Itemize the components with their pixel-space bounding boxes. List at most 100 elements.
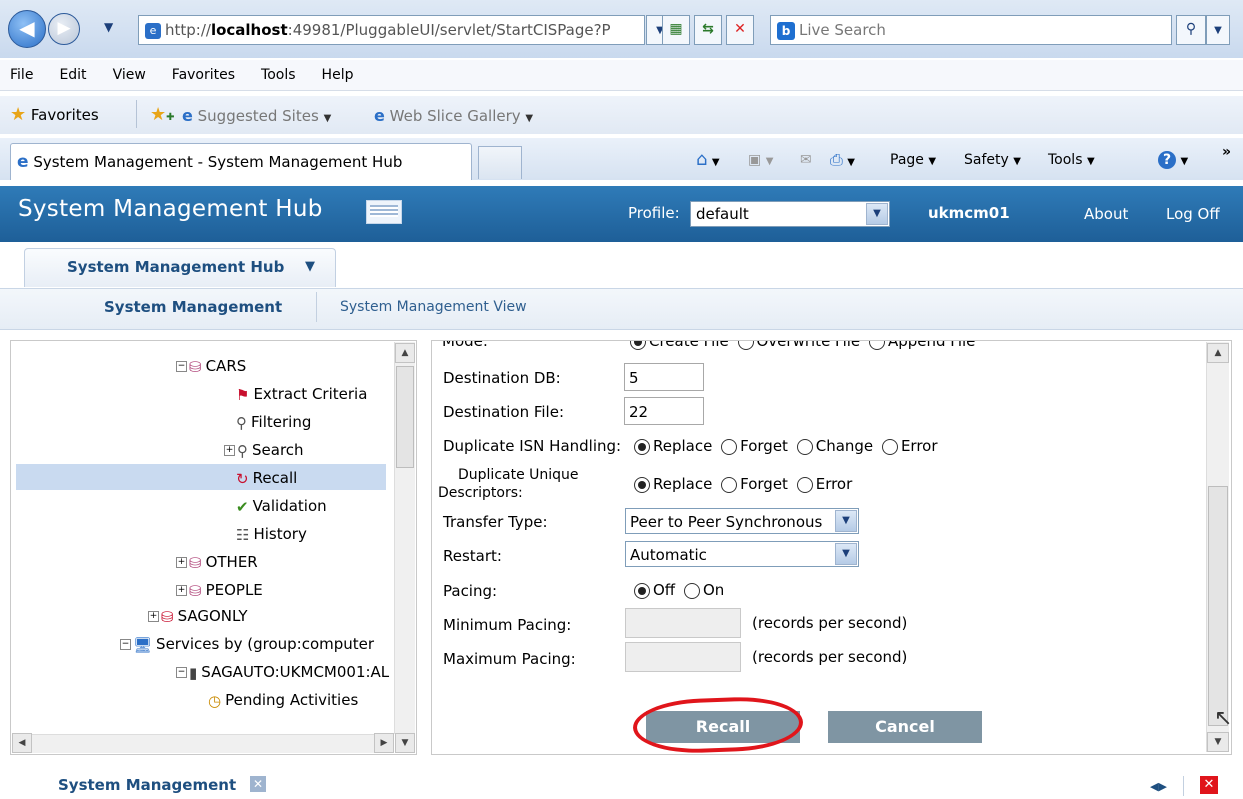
tree-scroll-thumb[interactable] [396, 366, 414, 468]
expand-icon[interactable]: + [176, 557, 187, 568]
tree-horizontal-scrollbar[interactable] [12, 734, 394, 753]
dup-isn-error-radio[interactable] [881, 438, 898, 455]
expand-icon[interactable]: + [148, 611, 159, 622]
tree-item-extract-criteria[interactable]: ⚑ Extract Criteria [236, 384, 367, 405]
form-scroll-thumb[interactable] [1208, 486, 1228, 726]
scroll-down-arrow-icon[interactable]: ▼ [1207, 732, 1229, 752]
search-options-button[interactable]: ▼ [1206, 15, 1230, 45]
favorites-button[interactable]: ★ Favorites [10, 104, 99, 125]
tree-item-search[interactable]: + ⚲ Search [224, 440, 304, 461]
dup-unique-error-radio[interactable] [796, 476, 813, 493]
minimum-pacing-input[interactable] [625, 608, 741, 638]
scroll-down-arrow-icon[interactable]: ▼ [395, 733, 415, 753]
dup-unique-replace-radio[interactable] [634, 476, 650, 493]
add-favorite-icon[interactable]: ★✚ [150, 104, 175, 125]
destination-db-input[interactable]: 5 [624, 363, 704, 391]
grid-icon [370, 205, 398, 217]
search-input[interactable]: b Live Search [770, 15, 1172, 45]
page-menu[interactable]: Page ▼ [890, 150, 936, 172]
print-button[interactable]: ⎙ ▼ [830, 150, 855, 173]
menu-view[interactable]: View [99, 60, 158, 90]
tree-item-sagonly[interactable]: + ⛁ SAGONLY [148, 606, 248, 627]
suggested-sites-link[interactable]: e Suggested Sites ▼ [182, 106, 331, 125]
pacing-on-radio[interactable] [683, 582, 700, 599]
cancel-button[interactable]: Cancel [828, 711, 982, 743]
tree-item-sagauto[interactable]: − ▮ SAGAUTO:UKMCM001:AL [176, 662, 389, 683]
menu-edit[interactable]: Edit [45, 60, 98, 90]
layout-toggle-button[interactable] [366, 200, 402, 224]
profile-value: default [696, 205, 749, 223]
chevron-down-icon: ▼ [1086, 156, 1095, 167]
logoff-link[interactable]: Log Off [1166, 205, 1220, 223]
tree-item-cars[interactable]: − ⛁ CARS [176, 356, 246, 377]
back-button[interactable]: ◀ [8, 10, 46, 48]
menu-help[interactable]: Help [308, 60, 366, 90]
stop-button[interactable]: ✕ [726, 15, 754, 45]
safety-menu[interactable]: Safety ▼ [964, 150, 1021, 172]
menu-tools[interactable]: Tools [247, 60, 308, 90]
expand-icon[interactable]: + [224, 445, 235, 456]
tree-item-people[interactable]: + ⛁ PEOPLE [176, 580, 263, 601]
feeds-button[interactable]: ▣ ▼ [748, 150, 773, 172]
close-icon[interactable]: ✕ [1200, 776, 1218, 794]
compatibility-view-button[interactable]: ▦ [662, 15, 690, 45]
transfer-type-select[interactable]: Peer to Peer Synchronous ▼ [625, 508, 859, 534]
url-input[interactable]: e http://localhost:49981/PluggableUI/serv… [138, 15, 645, 45]
dup-isn-change-radio[interactable] [796, 438, 813, 455]
scroll-up-arrow-icon[interactable]: ▲ [395, 343, 415, 363]
tree-item-recall[interactable]: ↻ Recall [236, 468, 297, 489]
dup-unique-forget-radio[interactable] [721, 476, 738, 493]
subnav-system-management[interactable]: System Management [104, 298, 282, 316]
forward-button[interactable]: ▶ [48, 13, 80, 45]
scroll-up-arrow-icon[interactable]: ▲ [1207, 343, 1229, 363]
profile-select[interactable]: default ▼ [690, 201, 890, 227]
mail-button[interactable]: ✉ [800, 150, 812, 170]
web-slice-gallery-link[interactable]: e Web Slice Gallery ▼ [374, 106, 533, 125]
collapse-icon[interactable]: − [176, 361, 187, 372]
dup-isn-forget-radio[interactable] [721, 438, 738, 455]
scroll-left-arrow-icon[interactable]: ◀ [12, 733, 32, 753]
tree-item-services[interactable]: − 🖥 Services by (group:computer [120, 634, 374, 655]
printer-icon: ⎙ [830, 150, 843, 169]
expand-icon[interactable]: + [176, 585, 187, 596]
help-button[interactable]: ? ▼ [1158, 150, 1188, 172]
home-button[interactable]: ⌂ ▼ [696, 150, 720, 173]
collapse-icon[interactable]: − [176, 667, 187, 678]
subnav-divider [316, 292, 317, 322]
tree-item-validation[interactable]: ✔ Validation [236, 496, 327, 517]
tools-menu[interactable]: Tools ▼ [1048, 150, 1095, 172]
tree-item-label: Services by (group:computer [156, 635, 375, 653]
mode-radio-group: Create File Overwrite File Append File [630, 341, 979, 351]
history-dropdown-icon[interactable]: ▼ [104, 20, 113, 34]
search-placeholder: Live Search [799, 21, 886, 39]
mode-create-radio[interactable] [630, 341, 646, 350]
menu-file[interactable]: File [0, 60, 45, 90]
browser-tab-active[interactable]: e System Management - System Management … [10, 143, 472, 180]
tree-item-pending-activities[interactable]: ◷ Pending Activities [208, 690, 358, 711]
about-link[interactable]: About [1084, 205, 1128, 223]
destination-file-input[interactable]: 22 [624, 397, 704, 425]
close-panel-icon[interactable]: ✕ [250, 776, 266, 792]
mode-overwrite-radio[interactable] [737, 341, 754, 350]
maximum-pacing-input[interactable] [625, 642, 741, 672]
tree-item-filtering[interactable]: ⚲ Filtering [236, 412, 311, 433]
page-menu-label: Page [890, 152, 924, 168]
search-button[interactable]: ⚲ [1176, 15, 1206, 45]
restart-select[interactable]: Automatic ▼ [625, 541, 859, 567]
collapse-icon[interactable]: − [120, 639, 131, 650]
tree-selection-highlight [16, 464, 386, 490]
pacing-off-radio[interactable] [634, 582, 650, 599]
toolbar-overflow-button[interactable]: » [1222, 142, 1231, 162]
mail-icon: ✉ [800, 152, 812, 168]
tree-item-other[interactable]: + ⛁ OTHER [176, 552, 258, 573]
mode-append-radio[interactable] [868, 341, 885, 350]
hub-tab[interactable]: System Management Hub ▼ [24, 248, 336, 287]
new-tab-button[interactable] [478, 146, 522, 179]
dup-isn-replace-radio[interactable] [634, 438, 650, 455]
subnav-system-management-view[interactable]: System Management View [340, 299, 527, 315]
refresh-button[interactable]: ⇆ [694, 15, 722, 45]
scroll-right-arrow-icon[interactable]: ▶ [374, 733, 394, 753]
tree-item-history[interactable]: ☷ History [236, 524, 307, 545]
menu-favorites[interactable]: Favorites [158, 60, 247, 90]
collapse-arrows-icon[interactable]: ◀▶ [1150, 780, 1167, 793]
